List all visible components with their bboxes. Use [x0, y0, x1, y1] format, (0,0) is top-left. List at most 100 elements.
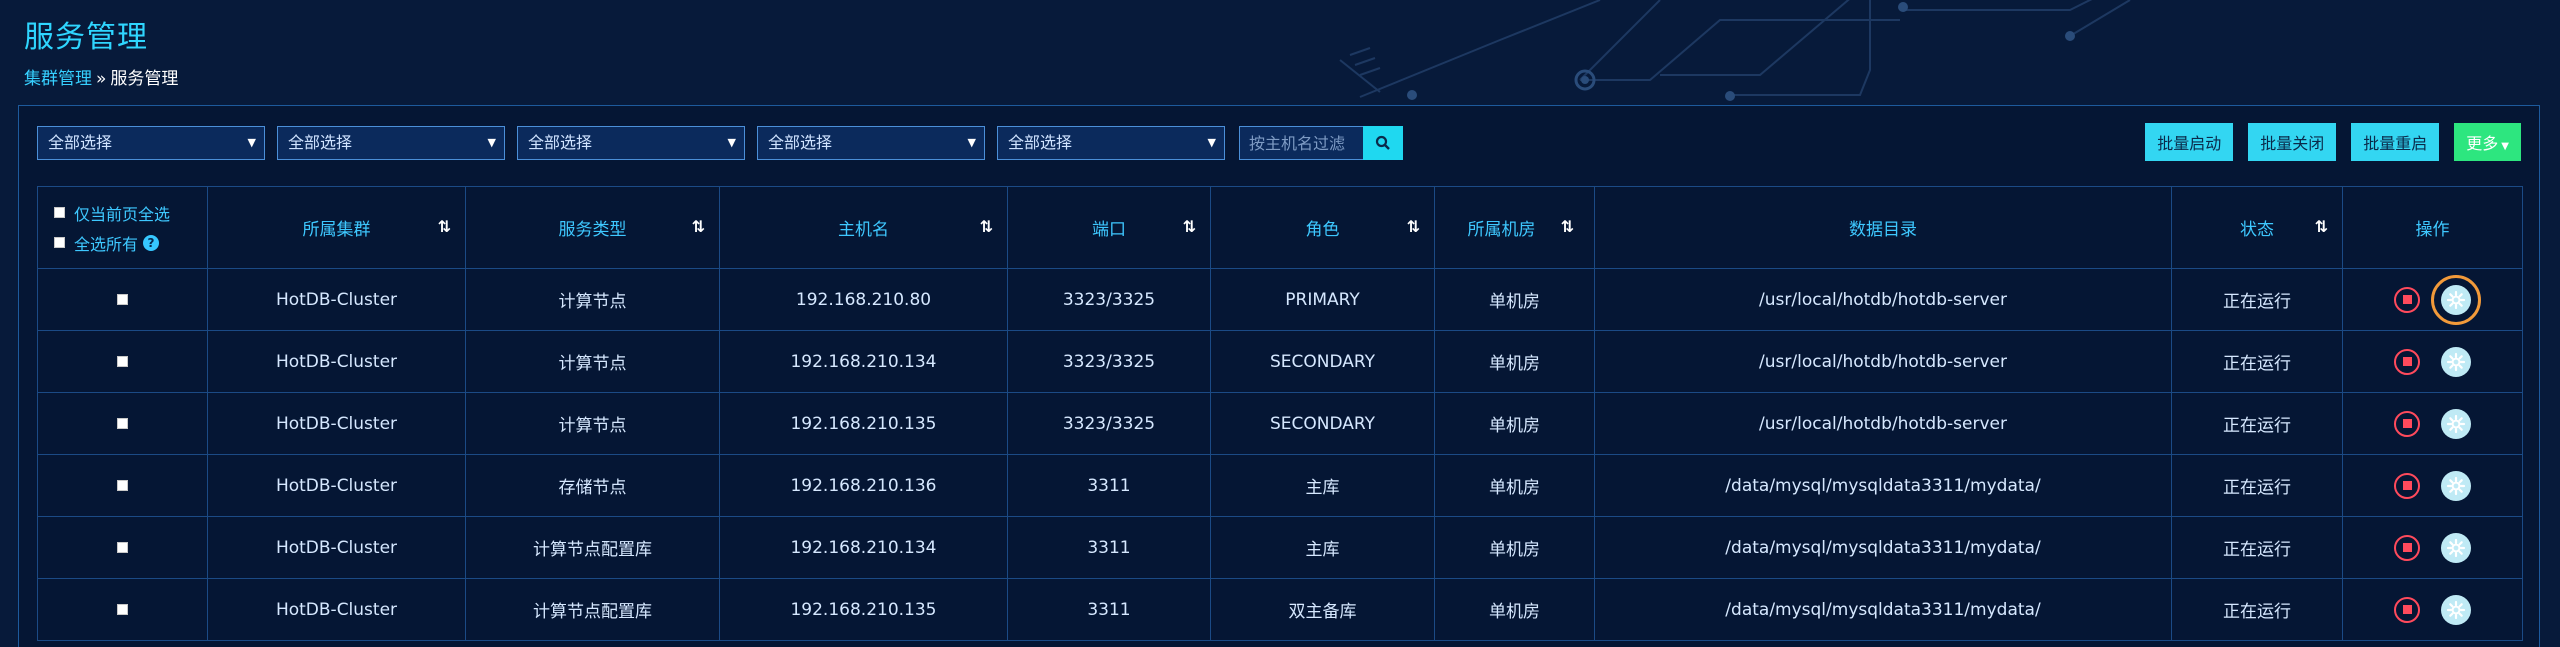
batch-restart-button[interactable]: 批量重启 — [2351, 123, 2440, 161]
port-filter-select[interactable]: 全部选择 ▼ — [517, 126, 745, 160]
select-value: 全部选择 — [528, 133, 593, 152]
column-header-status[interactable]: 状态 ⇅ — [2171, 186, 2343, 269]
service-settings-button[interactable] — [2441, 532, 2471, 563]
table-row: HotDB-Cluster 计算节点 192.168.210.134 3323/332… — [37, 330, 2523, 393]
status-cell: 正在运行 — [2171, 578, 2343, 641]
port-cell: 3311 — [1007, 454, 1211, 517]
room-cell: 单机房 — [1434, 578, 1595, 641]
row-checkbox[interactable] — [117, 479, 128, 491]
port-cell: 3323/3325 — [1007, 268, 1211, 331]
select-all-label: 全选所有 — [74, 234, 139, 254]
select-all-checkbox[interactable] — [54, 237, 65, 248]
stop-service-button[interactable] — [2394, 534, 2420, 561]
sort-icon[interactable]: ⇅ — [980, 217, 993, 236]
port-cell: 3311 — [1007, 578, 1211, 641]
operations-cell — [2342, 578, 2523, 641]
host-search — [1239, 126, 1403, 160]
caret-down-icon: ▼ — [967, 136, 976, 149]
help-icon[interactable]: ? — [143, 234, 160, 251]
breadcrumb: 集群管理» 服务管理 — [24, 64, 178, 89]
service-type-filter-select[interactable]: 全部选择 ▼ — [277, 126, 505, 160]
column-label: 端口 — [1092, 220, 1126, 240]
sort-icon[interactable]: ⇅ — [1561, 217, 1574, 236]
hostname-cell: 192.168.210.134 — [719, 330, 1008, 393]
cluster-cell: HotDB-Cluster — [207, 330, 466, 393]
select-all-option[interactable]: 全选所有? — [54, 228, 207, 258]
row-checkbox[interactable] — [117, 603, 128, 615]
cluster-cell: HotDB-Cluster — [207, 454, 466, 517]
row-checkbox[interactable] — [117, 541, 128, 553]
operations-cell — [2342, 268, 2523, 331]
column-header-port[interactable]: 端口 ⇅ — [1007, 186, 1211, 269]
more-button[interactable]: 更多 ▼ — [2454, 123, 2521, 161]
host-search-input[interactable] — [1239, 126, 1363, 160]
column-header-service-type[interactable]: 服务类型 ⇅ — [465, 186, 720, 269]
status-cell: 正在运行 — [2171, 516, 2343, 579]
column-label: 状态 — [2240, 220, 2274, 240]
caret-down-icon: ▼ — [2501, 141, 2509, 152]
row-checkbox[interactable] — [117, 293, 128, 305]
column-header-role[interactable]: 角色 ⇅ — [1210, 186, 1435, 269]
stop-service-button[interactable] — [2394, 596, 2420, 623]
port-cell: 3323/3325 — [1007, 330, 1211, 393]
caret-down-icon: ▼ — [727, 136, 736, 149]
row-checkbox[interactable] — [117, 417, 128, 429]
hostname-cell: 192.168.210.135 — [719, 578, 1008, 641]
search-icon — [1375, 135, 1390, 150]
operations-cell — [2342, 392, 2523, 455]
hostname-cell: 192.168.210.136 — [719, 454, 1008, 517]
service-settings-button[interactable] — [2441, 408, 2471, 439]
stop-service-button[interactable] — [2394, 348, 2420, 375]
cluster-filter-select[interactable]: 全部选择 ▼ — [37, 126, 265, 160]
column-label: 操作 — [2415, 220, 2450, 240]
breadcrumb-cluster-link[interactable]: 集群管理 — [24, 69, 92, 89]
row-operations — [2344, 470, 2522, 501]
batch-start-button[interactable]: 批量启动 — [2145, 123, 2234, 161]
sort-icon[interactable]: ⇅ — [1407, 217, 1420, 236]
column-header-cluster[interactable]: 所属集群 ⇅ — [207, 186, 466, 269]
breadcrumb-current: 服务管理 — [110, 69, 179, 89]
service-table: 仅当前页全选 全选所有? 所属集群 ⇅ 服务类型 ⇅ 主机名 ⇅ 端口 ⇅ 角色 ⇅ 所属… — [37, 186, 2523, 641]
room-filter-select[interactable]: 全部选择 ▼ — [997, 126, 1225, 160]
caret-down-icon: ▼ — [1207, 136, 1216, 149]
cluster-cell: HotDB-Cluster — [207, 268, 466, 331]
column-header-room[interactable]: 所属机房 ⇅ — [1434, 186, 1595, 269]
column-label: 数据目录 — [1849, 220, 1917, 240]
service-settings-button[interactable] — [2441, 346, 2471, 377]
sort-icon[interactable]: ⇅ — [2315, 217, 2328, 236]
service-settings-button[interactable] — [2431, 274, 2481, 325]
stop-icon — [2402, 419, 2412, 428]
gear-icon — [2446, 600, 2466, 619]
service-settings-button[interactable] — [2441, 470, 2471, 501]
sort-icon[interactable]: ⇅ — [692, 217, 705, 236]
stop-icon — [2402, 295, 2412, 304]
select-header: 仅当前页全选 全选所有? — [37, 186, 208, 269]
action-buttons: 批量启动 批量关闭 批量重启 更多 ▼ — [2130, 123, 2521, 161]
row-checkbox[interactable] — [117, 355, 128, 367]
role-filter-select[interactable]: 全部选择 ▼ — [757, 126, 985, 160]
stop-service-button[interactable] — [2394, 410, 2420, 437]
operations-cell — [2342, 454, 2523, 517]
column-label: 所属机房 — [1467, 220, 1536, 240]
role-cell: PRIMARY — [1210, 268, 1435, 331]
page-title: 服务管理 — [24, 20, 148, 55]
row-select-cell — [37, 392, 208, 455]
service-type-cell: 计算节点配置库 — [465, 516, 720, 579]
stop-service-button[interactable] — [2394, 286, 2420, 313]
sort-icon[interactable]: ⇅ — [1183, 217, 1196, 236]
filter-bar: 全部选择 ▼ 全部选择 ▼ 全部选择 ▼ 全部选择 ▼ 全部选择 ▼ — [37, 125, 1403, 161]
stop-service-button[interactable] — [2394, 472, 2420, 499]
service-settings-button[interactable] — [2441, 594, 2471, 625]
sort-icon[interactable]: ⇅ — [438, 217, 451, 236]
select-page-checkbox[interactable] — [54, 207, 65, 218]
column-label: 主机名 — [838, 220, 889, 240]
column-header-operations: 操作 — [2342, 186, 2523, 269]
select-value: 全部选择 — [768, 133, 833, 152]
port-cell: 3311 — [1007, 516, 1211, 579]
column-header-hostname[interactable]: 主机名 ⇅ — [719, 186, 1008, 269]
batch-stop-button[interactable]: 批量关闭 — [2248, 123, 2337, 161]
select-page-option[interactable]: 仅当前页全选 — [54, 198, 207, 228]
status-cell: 正在运行 — [2171, 330, 2343, 393]
search-button[interactable] — [1363, 126, 1403, 160]
data-dir-cell: /data/mysql/mysqldata3311/mydata/ — [1594, 578, 2172, 641]
